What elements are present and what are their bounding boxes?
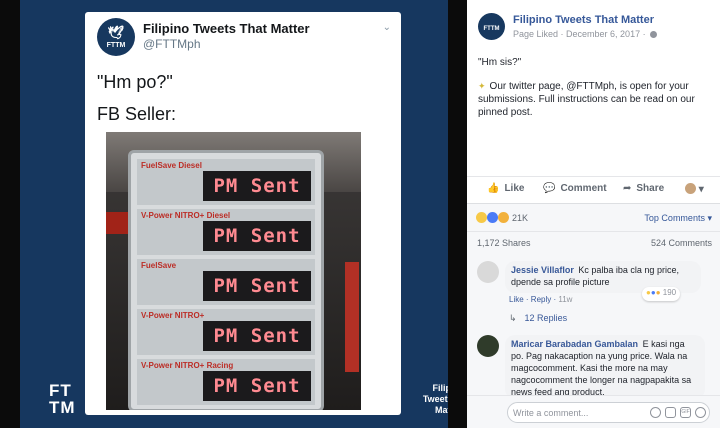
sign-row: V-Power NITRO+ Diesel PM Sent <box>137 209 315 255</box>
top-comments-label: Top Comments <box>644 213 705 223</box>
comments-list: Jessie Villaflor Kc palba iba cla ng pri… <box>467 255 720 395</box>
page-name-link[interactable]: Filipino Tweets That Matter <box>513 14 654 26</box>
photo-viewer: 🕊 FTTM Filipino Tweets That Matter @FTTM… <box>0 0 467 428</box>
tweet-card: 🕊 FTTM Filipino Tweets That Matter @FTTM… <box>85 12 401 415</box>
counts-row: 1,172 Shares 524 Comments <box>467 231 720 255</box>
comment-time: 11w <box>558 295 573 304</box>
gif-icon[interactable]: GIF <box>680 407 691 418</box>
sparkle-icon: ✦ <box>478 81 486 91</box>
fuel-label: FuelSave <box>141 261 177 270</box>
logo-line-2: TM <box>49 398 76 417</box>
camera-icon[interactable] <box>665 407 676 418</box>
comment-field[interactable]: GIF <box>507 402 710 423</box>
comment-reactions[interactable]: ●●● 190 <box>642 287 681 301</box>
like-label: Like <box>504 183 525 194</box>
fuel-label: V-Power NITRO+ <box>141 311 205 320</box>
post-image[interactable]: 🕊 FTTM Filipino Tweets That Matter @FTTM… <box>20 0 448 428</box>
logo-line-1: FT <box>49 381 72 400</box>
comment-label: Comment <box>560 183 607 194</box>
commenter-avatar[interactable] <box>477 261 499 283</box>
sign-row: V-Power NITRO+ PM Sent <box>137 309 315 355</box>
tweet-text-line-2: FB Seller: <box>97 104 177 124</box>
top-comments-dropdown[interactable]: Top Comments ▾ <box>644 213 712 224</box>
post-actions-bar: 👍 Like 💬 Comment ➦ Share ▾ <box>467 176 720 201</box>
emoji-icon[interactable] <box>650 407 661 418</box>
page-avatar[interactable]: FTTM <box>478 13 505 40</box>
comment-button[interactable]: 💬 Comment <box>543 183 607 194</box>
tweet-avatar-text: FTTM <box>106 42 126 49</box>
comment-author[interactable]: Maricar Barabadan Gambalan <box>511 339 638 349</box>
reactions-bar: 21K Top Comments ▾ <box>467 203 720 231</box>
shares-count[interactable]: 1,172 Shares <box>477 238 531 248</box>
like-reaction-icon <box>486 212 498 223</box>
share-arrow-icon: ➦ <box>623 183 632 194</box>
commenter-avatar[interactable] <box>477 335 499 357</box>
comment-actions: Like · Reply · 11w <box>509 295 573 304</box>
like-button[interactable]: 👍 Like <box>487 183 524 194</box>
thumbs-up-icon: 👍 <box>487 183 500 194</box>
comment-author[interactable]: Jessie Villaflor <box>511 265 574 275</box>
reaction-count[interactable]: 21K <box>512 213 528 223</box>
share-button[interactable]: ➦ Share <box>623 183 664 194</box>
led-price: PM Sent <box>203 371 311 401</box>
sticker-icon[interactable] <box>695 407 706 418</box>
photo-viewer-window: 🕊 FTTM Filipino Tweets That Matter @FTTM… <box>0 0 720 428</box>
comments-count[interactable]: 524 Comments <box>651 238 712 248</box>
comment-bubble: Maricar Barabadan Gambalan E kasi nga po… <box>505 335 705 395</box>
tweet-text-line-1: "Hm po?" <box>97 72 173 92</box>
post-text-body-text: Our twitter page, @FTTMph, is open for y… <box>478 81 695 118</box>
comment-bubble-icon: 💬 <box>543 183 556 194</box>
globe-icon <box>649 31 657 38</box>
post-meta-text: Page Liked · December 6, 2017 · <box>513 29 646 39</box>
comment-reply-link[interactable]: Reply <box>531 295 551 304</box>
sign-row: FuelSave PM Sent <box>137 259 315 305</box>
sign-row: V-Power NITRO+ Racing PM Sent <box>137 359 315 405</box>
reaction-icons[interactable] <box>476 212 509 224</box>
reply-arrow-icon: ↳ <box>509 313 517 323</box>
fuel-label: V-Power NITRO+ Racing <box>141 361 234 370</box>
view-replies-link[interactable]: ↳ 12 Replies <box>509 313 567 324</box>
fuel-label: FuelSave Diesel <box>141 161 202 170</box>
chevron-down-icon: ⌄ <box>382 22 391 33</box>
comment-like-link[interactable]: Like <box>509 295 524 304</box>
replies-label: 12 Replies <box>524 313 568 323</box>
led-price: PM Sent <box>203 321 311 351</box>
post-text-quote: "Hm sis?" <box>478 57 522 68</box>
haha-reaction-icon <box>476 212 487 223</box>
wow-reaction-icon <box>497 212 509 223</box>
comment-composer: GIF <box>467 395 720 428</box>
post-text-body: ✦ Our twitter page, @FTTMph, is open for … <box>478 80 714 119</box>
comment-input[interactable] <box>513 405 633 420</box>
led-price: PM Sent <box>203 171 311 201</box>
fttm-watermark-logo: FT TM <box>49 382 76 416</box>
share-label: Share <box>636 183 665 194</box>
tweet-author-name: Filipino Tweets That Matter <box>143 21 310 36</box>
led-price: PM Sent <box>203 271 311 301</box>
fttm-watermark-tagline: Filipino Tweets That Matter <box>422 383 448 415</box>
tweet-photo-price-sign: FuelSave Diesel PM Sent V-Power NITRO+ D… <box>106 132 361 410</box>
tweet-author-handle: @FTTMph <box>143 37 201 51</box>
led-price: PM Sent <box>203 221 311 251</box>
bird-icon: 🕊 <box>107 25 125 40</box>
viewer-selector[interactable]: ▾ <box>685 183 704 195</box>
sign-row: FuelSave Diesel PM Sent <box>137 159 315 205</box>
caret-down-icon: ▾ <box>707 213 712 223</box>
caret-down-icon: ▾ <box>698 184 704 195</box>
post-details-panel: FTTM Filipino Tweets That Matter Page Li… <box>467 0 720 428</box>
viewer-avatar <box>685 183 696 194</box>
comment-reaction-count: 190 <box>662 288 677 297</box>
tweet-avatar: 🕊 FTTM <box>97 18 135 56</box>
fuel-label: V-Power NITRO+ Diesel <box>141 211 231 220</box>
price-sign: FuelSave Diesel PM Sent V-Power NITRO+ D… <box>128 150 324 410</box>
side-red-panel <box>345 262 359 372</box>
wow-reaction-icon: ● <box>655 288 661 297</box>
post-meta: Page Liked · December 6, 2017 · <box>513 29 657 39</box>
